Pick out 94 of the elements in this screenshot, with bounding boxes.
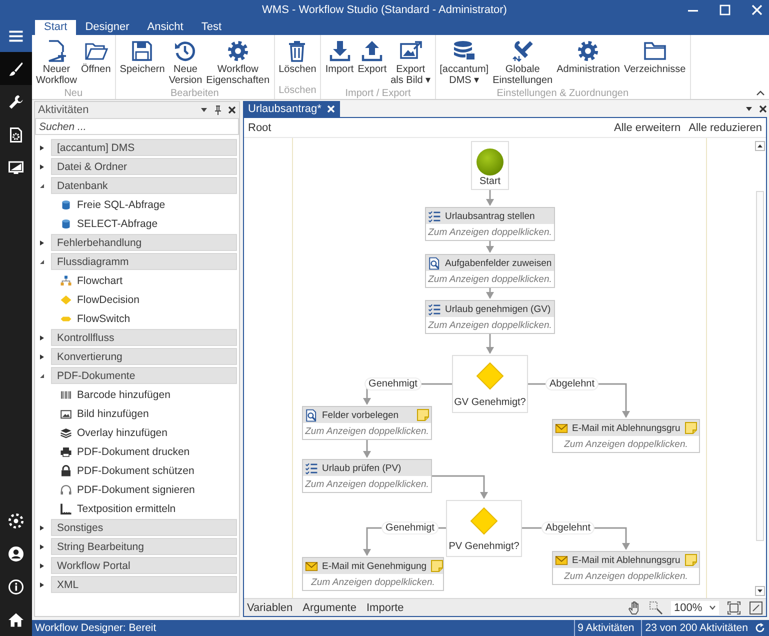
ribbon-button[interactable]: Löschen [276, 37, 318, 78]
activity-item[interactable]: FlowSwitch [35, 309, 239, 328]
activity-hint: Zum Anzeigen doppelklicken. [563, 438, 689, 452]
panel-tab[interactable]: Argumente [302, 602, 356, 614]
decision-node[interactable]: GV Genehmigt? [452, 355, 528, 413]
activity-item[interactable]: Textposition ermitteln [35, 499, 239, 518]
link[interactable]: Alle erweitern [614, 122, 681, 134]
panel-tab[interactable]: Importe [366, 602, 404, 614]
ribbon-button[interactable]: Speichern [118, 37, 167, 78]
category-header[interactable]: Konvertierung [51, 348, 237, 365]
ribbon-tab[interactable]: Designer [76, 20, 138, 35]
activity-hint: Zum Anzeigen doppelklicken. [304, 478, 430, 492]
decision-node[interactable]: PV Genehmigt? [446, 500, 522, 557]
category-header[interactable]: Workflow Portal [51, 557, 237, 574]
category-header[interactable]: Datenbank [51, 177, 237, 194]
branch-label: Abgelehnt [541, 522, 595, 534]
ribbon-button[interactable]: Neuer Workflow [34, 37, 79, 88]
ribbon-button[interactable]: Globale Einstellungen [490, 37, 555, 88]
ribbon-tab[interactable]: Ansicht [138, 20, 192, 35]
status-count: 23 von 200 Aktivitäten [641, 620, 751, 636]
activity-card[interactable]: Urlaubsantrag stellen Zum Anzeigen doppelklicken. [425, 207, 555, 241]
group-label: Löschen [278, 85, 318, 98]
activity-item[interactable]: PDF-Dokument schützen [35, 461, 239, 480]
category-header[interactable]: Datei & Ordner [51, 158, 237, 175]
activity-title: E-Mail mit Ablehnungsgru [572, 422, 681, 434]
zoom-field[interactable]: 100% [671, 600, 719, 614]
activity-card[interactable]: Urlaub genehmigen (GV) Zum Anzeigen doppelklicken. [425, 300, 555, 334]
activity-card[interactable]: E-Mail mit Ablehnungsgru Zum Anzeigen doppelklicken. [552, 551, 700, 585]
ribbon-button[interactable]: [accantum] DMS ▾ [438, 37, 491, 88]
category-header[interactable]: Kontrollfluss [51, 329, 237, 346]
category-header[interactable]: PDF-Dokumente [51, 367, 237, 384]
activity-hint: Zum Anzeigen doppelklicken. [304, 424, 430, 438]
group-label: Bearbeiten [169, 88, 220, 99]
activity-title: Urlaubsantrag stellen [445, 210, 536, 222]
ribbon-tab[interactable]: Start [35, 20, 76, 35]
ribbon-button[interactable]: Öffnen [78, 37, 113, 78]
panel-tab[interactable]: Variablen [247, 602, 293, 614]
branch-label: Genehmigt [382, 522, 438, 534]
branch-label: Genehmigt [364, 378, 422, 390]
breadcrumb[interactable]: Root [248, 122, 272, 134]
decision-label: GV Genehmigt? [454, 397, 526, 408]
ribbon-button[interactable]: Export [356, 37, 389, 78]
document-tab[interactable]: Urlaubsantrag* [243, 101, 340, 117]
activity-card[interactable]: E-Mail mit Genehmigung Zum Anzeigen doppelklicken. [302, 557, 444, 591]
category-header[interactable]: Fehlerbehandlung [51, 234, 237, 251]
window-title: WMS - Workflow Studio (Standard - Administrator) [262, 4, 507, 16]
activity-title: Felder vorbelegen [322, 410, 400, 420]
activity-hint: Zum Anzeigen doppelklicken. [427, 318, 553, 332]
activity-item[interactable]: Overlay hinzufügen [35, 423, 239, 442]
ribbon-button[interactable]: Workflow Eigenschaften [204, 37, 272, 88]
activity-item[interactable]: Barcode hinzufügen [35, 385, 239, 404]
activity-card[interactable]: E-Mail mit Ablehnungsgru Zum Anzeigen doppelklicken. [552, 419, 700, 453]
group-label: Neu [63, 88, 84, 99]
node-label: Start [479, 176, 501, 187]
category-header[interactable]: Sonstiges [51, 519, 237, 536]
activity-title: E-Mail mit Ablehnungsgru [572, 554, 681, 566]
activity-item[interactable]: FlowDecision [35, 290, 239, 309]
ribbon-button[interactable]: Export als Bild ▾ [388, 37, 433, 88]
ribbon-button[interactable]: Administration [554, 37, 622, 78]
link[interactable]: Alle reduzieren [688, 122, 762, 134]
ribbon-button[interactable]: Verzeichnisse [622, 37, 688, 78]
activity-item[interactable]: SELECT-Abfrage [35, 214, 239, 233]
activity-item[interactable]: Bild hinzufügen [35, 404, 239, 423]
category-header[interactable]: String Bearbeitung [51, 538, 237, 555]
activity-item[interactable]: Freie SQL-Abfrage [35, 195, 239, 214]
category-header[interactable]: Flussdiagramm [51, 253, 237, 270]
activity-hint: Zum Anzeigen doppelklicken. [563, 570, 689, 584]
activity-item[interactable]: Flowchart [35, 271, 239, 290]
activity-title: Urlaub genehmigen (GV) [445, 304, 552, 314]
activity-title: E-Mail mit Genehmigung [322, 560, 427, 572]
category-header[interactable]: XML [51, 576, 237, 593]
decision-label: PV Genehmigt? [448, 541, 520, 552]
panel-title: Aktivitäten [38, 104, 89, 116]
activity-hint: Zum Anzeigen doppelklicken. [427, 272, 553, 286]
status-message: Workflow Designer: Bereit [35, 622, 156, 634]
group-label: Einstellungen & Zuordnungen [496, 88, 630, 99]
status-count: 9 Aktivitäten [574, 620, 638, 636]
ribbon-button[interactable]: Neue Version [166, 37, 204, 88]
activity-title: Urlaub prüfen (PV) [322, 462, 402, 474]
start-node[interactable]: Start [471, 141, 509, 190]
activity-card[interactable]: Felder vorbelegen Zum Anzeigen doppelklicken. [302, 406, 432, 440]
activity-hint: Zum Anzeigen doppelklicken. [427, 226, 553, 240]
group-label: Import / Export [344, 88, 412, 99]
ribbon-tab[interactable]: Test [192, 20, 231, 35]
activity-card[interactable]: Urlaub prüfen (PV) Zum Anzeigen doppelklicken. [302, 459, 432, 493]
branch-label: Abgelehnt [545, 378, 599, 390]
activity-card[interactable]: Aufgabenfelder zuweisen Zum Anzeigen doppelklicken. [425, 254, 555, 288]
activity-hint: Zum Anzeigen doppelklicken. [310, 576, 436, 590]
category-header[interactable]: [accantum] DMS [51, 139, 237, 156]
activity-title: Aufgabenfelder zuweisen [445, 258, 552, 268]
search-field[interactable]: Suchen ... [35, 118, 239, 135]
ribbon-button[interactable]: Import [323, 37, 356, 78]
activity-item[interactable]: PDF-Dokument signieren [35, 480, 239, 499]
activity-item[interactable]: PDF-Dokument drucken [35, 442, 239, 461]
